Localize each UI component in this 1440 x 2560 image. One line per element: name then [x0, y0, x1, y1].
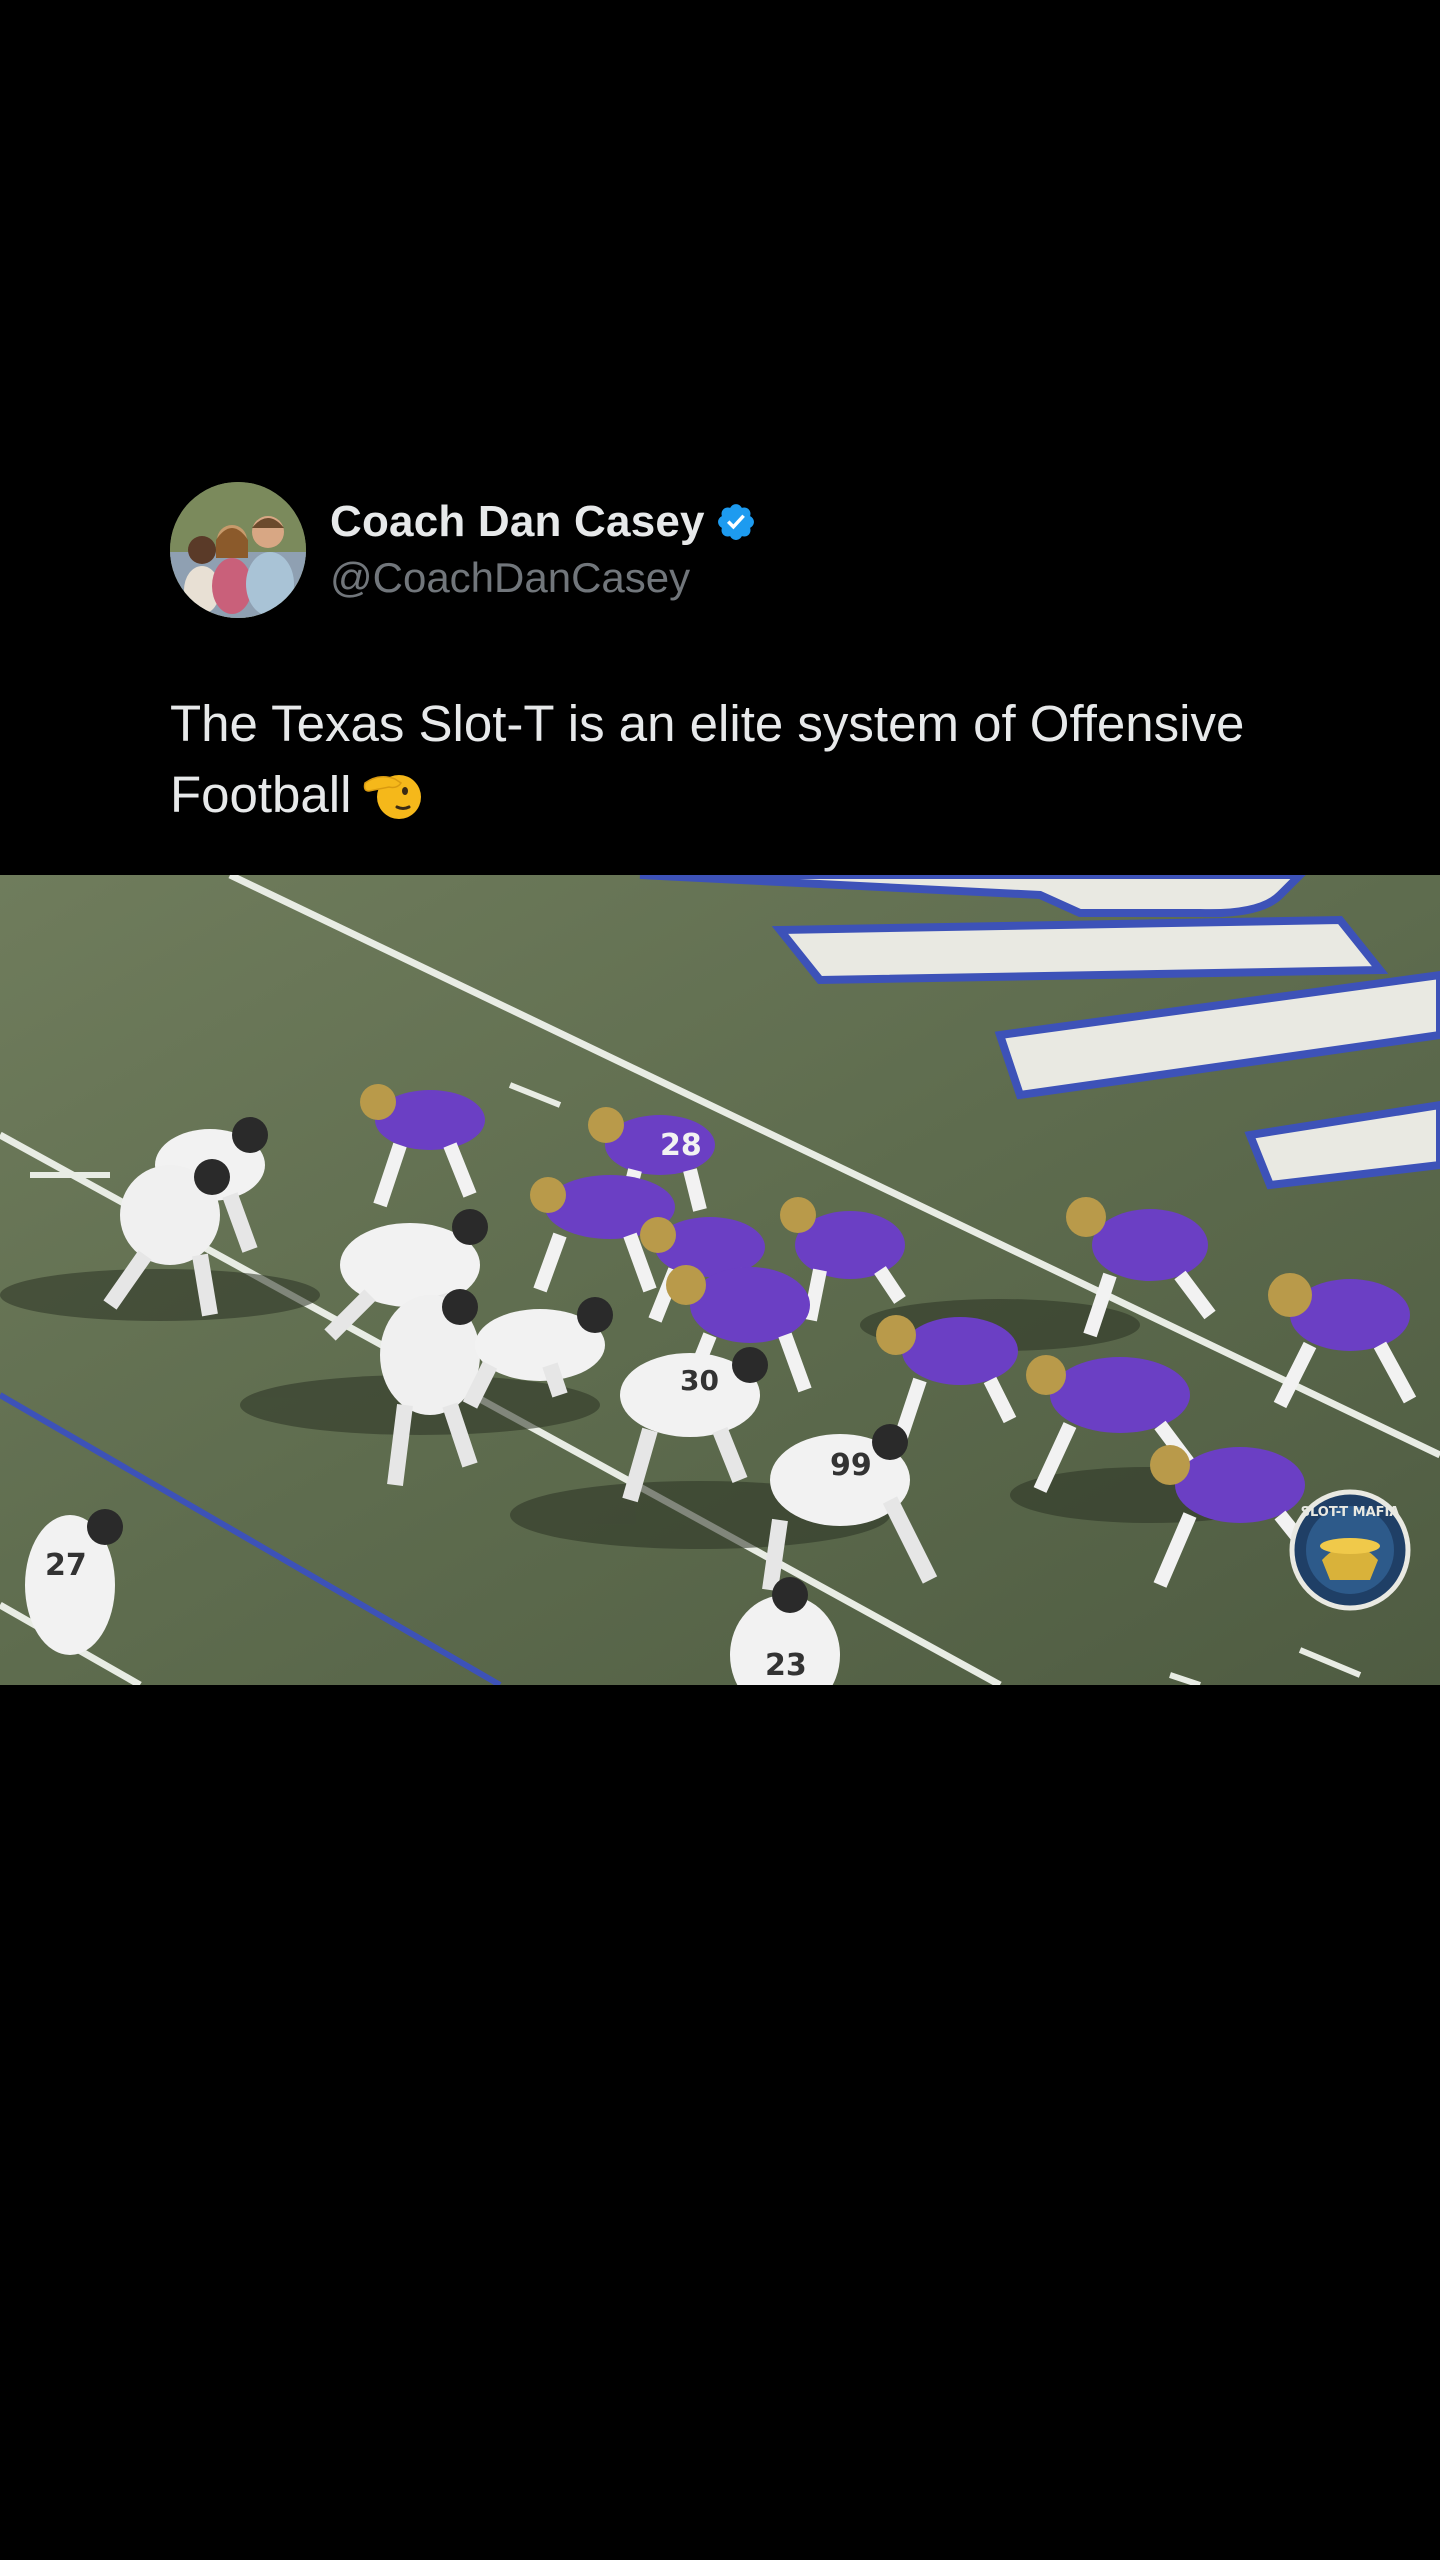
post-header: Coach Dan Casey @CoachDanCasey [170, 482, 1270, 622]
verified-badge-icon [715, 501, 757, 543]
author-avatar[interactable] [170, 482, 306, 618]
post-text-content: The Texas Slot-T is an elite system of O… [170, 695, 1245, 823]
author-display-name[interactable]: Coach Dan Casey [330, 497, 705, 547]
post-media-video[interactable]: 28 30 99 27 23 SLOT-T MAFIA [0, 875, 1440, 1685]
jersey-number-99: 99 [830, 1448, 872, 1483]
post-text: The Texas Slot-T is an elite system of O… [170, 688, 1320, 830]
jersey-number-28: 28 [660, 1128, 702, 1163]
name-row: Coach Dan Casey [330, 492, 757, 552]
author-info: Coach Dan Casey @CoachDanCasey [330, 492, 757, 602]
jersey-number-30: 30 [680, 1364, 719, 1397]
author-handle[interactable]: @CoachDanCasey [330, 554, 757, 602]
watermark-text: SLOT-T MAFIA [1301, 1505, 1400, 1520]
slot-t-mafia-logo: SLOT-T MAFIA [1289, 1489, 1411, 1611]
jersey-number-23: 23 [765, 1648, 807, 1683]
salute-face-emoji [361, 761, 425, 825]
jersey-number-27: 27 [45, 1548, 87, 1583]
